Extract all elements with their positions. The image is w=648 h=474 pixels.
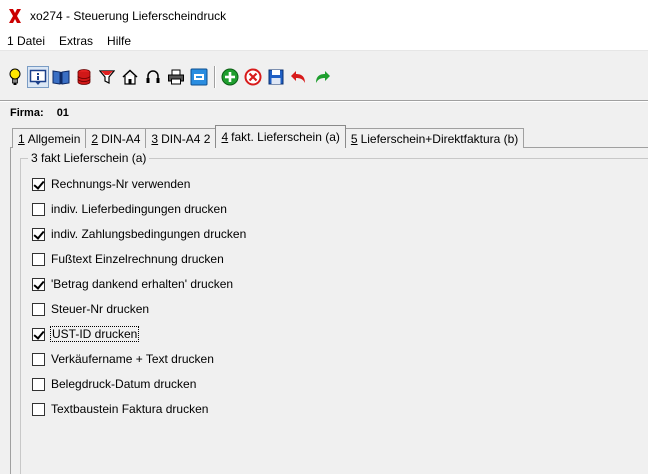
tab-label: fakt. Lieferschein (a) bbox=[231, 130, 340, 144]
tab-din-a4-2[interactable]: 3 DIN-A4 2 bbox=[145, 128, 217, 148]
option-label: Belegdruck-Datum drucken bbox=[51, 377, 197, 391]
title-bar: xo274 - Steuerung Lieferscheindruck bbox=[0, 0, 648, 31]
checkbox[interactable] bbox=[32, 352, 45, 366]
save-button[interactable] bbox=[265, 66, 287, 88]
headset-icon bbox=[146, 70, 160, 83]
tab-number: 1 bbox=[18, 131, 25, 146]
database-icon bbox=[77, 69, 91, 85]
tab-number: 5 bbox=[350, 131, 358, 146]
checkbox[interactable] bbox=[32, 327, 45, 341]
toolbar bbox=[0, 62, 648, 92]
headset-button[interactable] bbox=[142, 66, 164, 88]
option-label: Fußtext Einzelrechnung drucken bbox=[51, 252, 224, 266]
tab-number: 4 bbox=[221, 130, 229, 144]
tab-fakt-lieferschein[interactable]: 4 fakt. Lieferschein (a) bbox=[215, 125, 346, 148]
menu-hilfe[interactable]: Hilfe bbox=[100, 34, 138, 48]
option-textbaustein[interactable]: Textbaustein Faktura drucken bbox=[32, 401, 208, 417]
database-button[interactable] bbox=[73, 66, 95, 88]
option-belegdruck-datum[interactable]: Belegdruck-Datum drucken bbox=[32, 376, 196, 392]
tab-label: Lieferschein+Direktfaktura (b) bbox=[360, 131, 519, 146]
print-button[interactable] bbox=[165, 66, 187, 88]
checkbox[interactable] bbox=[32, 277, 45, 291]
group-title: 3 fakt Lieferschein (a) bbox=[28, 151, 150, 165]
option-ust-id[interactable]: UST-ID drucken bbox=[32, 326, 140, 342]
option-betrag-dankend[interactable]: 'Betrag dankend erhalten' drucken bbox=[32, 276, 233, 292]
home-icon bbox=[122, 69, 138, 85]
book-button[interactable] bbox=[50, 66, 72, 88]
option-label: UST-ID drucken bbox=[49, 326, 140, 342]
delete-icon bbox=[244, 68, 262, 86]
save-icon bbox=[268, 69, 284, 85]
filter-icon bbox=[99, 70, 115, 84]
option-steuer-nr[interactable]: Steuer-Nr drucken bbox=[32, 301, 149, 317]
filter-button[interactable] bbox=[96, 66, 118, 88]
checkbox[interactable] bbox=[32, 227, 45, 241]
window-icon bbox=[190, 68, 208, 86]
toolbar-divider bbox=[0, 100, 648, 102]
printer-icon bbox=[168, 69, 184, 85]
firma-display: Firma: 01 bbox=[10, 107, 69, 119]
checkbox[interactable] bbox=[32, 302, 45, 316]
option-label: indiv. Lieferbedingungen drucken bbox=[51, 202, 227, 216]
tab-label: DIN-A4 2 bbox=[161, 131, 211, 146]
option-label: Textbaustein Faktura drucken bbox=[51, 402, 209, 416]
checkbox[interactable] bbox=[32, 177, 45, 191]
window-title: xo274 - Steuerung Lieferscheindruck bbox=[30, 8, 227, 23]
delete-button[interactable] bbox=[242, 66, 264, 88]
book-icon bbox=[52, 70, 70, 85]
menu-datei[interactable]: 1 Datei bbox=[0, 34, 52, 48]
red-x-icon bbox=[9, 8, 21, 23]
menu-extras[interactable]: Extras bbox=[52, 34, 100, 48]
toolbar-separator bbox=[214, 66, 216, 88]
tab-din-a4[interactable]: 2 DIN-A4 bbox=[85, 128, 147, 148]
option-zahlungsbedingungen[interactable]: indiv. Zahlungsbedingungen drucken bbox=[32, 226, 246, 242]
tab-label: Allgemein bbox=[27, 131, 81, 146]
tab-allgemein[interactable]: 1 Allgemein bbox=[12, 128, 87, 148]
tab-lieferschein-direktfaktura[interactable]: 5 Lieferschein+Direktfaktura (b) bbox=[344, 128, 525, 148]
checkbox[interactable] bbox=[32, 252, 45, 266]
add-icon bbox=[221, 68, 239, 86]
option-label: 'Betrag dankend erhalten' drucken bbox=[51, 277, 234, 291]
option-fusstext[interactable]: Fußtext Einzelrechnung drucken bbox=[32, 251, 224, 267]
info-button[interactable] bbox=[27, 66, 49, 88]
redo-button[interactable] bbox=[311, 66, 333, 88]
checkbox[interactable] bbox=[32, 202, 45, 216]
option-rechnungs-nr[interactable]: Rechnungs-Nr verwenden bbox=[32, 176, 190, 192]
lightbulb-icon bbox=[9, 68, 21, 85]
firma-label: Firma: bbox=[10, 107, 44, 119]
option-lieferbedingungen[interactable]: indiv. Lieferbedingungen drucken bbox=[32, 201, 227, 217]
option-label: Verkäufername + Text drucken bbox=[51, 352, 214, 366]
option-verkaeufername[interactable]: Verkäufername + Text drucken bbox=[32, 351, 214, 367]
undo-icon bbox=[291, 71, 305, 83]
option-label: Steuer-Nr drucken bbox=[51, 302, 150, 316]
tab-label: DIN-A4 bbox=[101, 131, 141, 146]
redo-icon bbox=[316, 71, 330, 83]
menu-bar: 1 Datei Extras Hilfe bbox=[0, 31, 648, 51]
option-label: Rechnungs-Nr verwenden bbox=[51, 177, 191, 191]
add-button[interactable] bbox=[219, 66, 241, 88]
tab-number: 3 bbox=[151, 131, 159, 146]
window-button[interactable] bbox=[188, 66, 210, 88]
undo-button[interactable] bbox=[288, 66, 310, 88]
info-icon bbox=[29, 69, 47, 85]
firma-value: 01 bbox=[56, 107, 69, 119]
checkbox[interactable] bbox=[32, 402, 45, 416]
checkbox[interactable] bbox=[32, 377, 45, 391]
lightbulb-button[interactable] bbox=[4, 66, 26, 88]
tab-number: 2 bbox=[91, 131, 99, 146]
option-label: indiv. Zahlungsbedingungen drucken bbox=[51, 227, 247, 241]
tab-strip: 1 Allgemein 2 DIN-A4 3 DIN-A4 2 4 fakt. … bbox=[12, 125, 525, 148]
home-button[interactable] bbox=[119, 66, 141, 88]
